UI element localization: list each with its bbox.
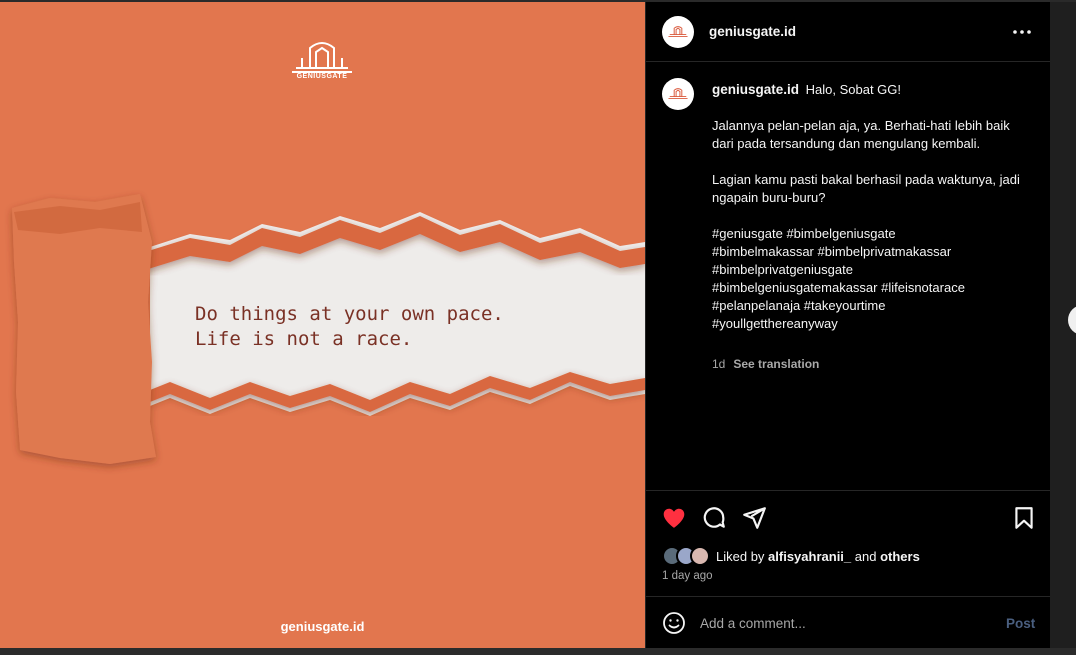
- avatar[interactable]: [662, 16, 694, 48]
- hashtag-line[interactable]: #bimbelgeniusgatemakassar #lifeisnotarac…: [712, 279, 1032, 297]
- comment-bar: Post: [646, 596, 1050, 648]
- post-header: geniusgate.id: [646, 2, 1050, 62]
- post-comment-button[interactable]: Post: [1006, 616, 1035, 631]
- comment-icon[interactable]: [701, 505, 727, 531]
- action-bar: [646, 490, 1050, 540]
- avatar[interactable]: [662, 78, 694, 110]
- hashtag-line[interactable]: #geniusgate #bimbelgeniusgate: [712, 225, 1032, 243]
- logo-text: GENIUSGATE: [296, 73, 348, 80]
- caption-paragraph-2: Lagian kamu pasti bakal berhasil pada wa…: [712, 172, 1020, 205]
- more-horizontal-icon[interactable]: [1010, 22, 1034, 42]
- quote-text: Do things at your own pace. Life is not …: [195, 302, 615, 352]
- caption-username[interactable]: geniusgate.id: [712, 82, 799, 97]
- quote-line-1: Do things at your own pace.: [195, 303, 504, 325]
- quote-line-2: Life is not a race.: [195, 328, 413, 350]
- image-footer-handle: geniusgate.id: [280, 619, 365, 634]
- post-side-panel: geniusgate.id geniusgate.id Halo, Sobat …: [646, 2, 1050, 648]
- liker-username[interactable]: alfisyahranii_: [768, 549, 851, 564]
- background-bottom-strip: [0, 648, 1076, 655]
- hashtag-line[interactable]: #bimbelmakassar #bimbelprivatmakassar: [712, 243, 1032, 261]
- header-username[interactable]: geniusgate.id: [709, 24, 796, 39]
- caption-text: geniusgate.id Halo, Sobat GG! Jalannya p…: [712, 81, 1032, 333]
- caption-meta: 1d See translation: [712, 357, 819, 371]
- likes-row: Liked by alfisyahranii_ and others: [662, 545, 1042, 567]
- liker-avatars[interactable]: [662, 545, 714, 567]
- post-image[interactable]: GENIUSGATE Do things at your own pace. L…: [0, 2, 645, 648]
- likes-text: Liked by alfisyahranii_ and others: [716, 549, 920, 564]
- comment-input[interactable]: [700, 611, 990, 635]
- bookmark-icon[interactable]: [1011, 505, 1037, 531]
- send-icon[interactable]: [741, 505, 767, 531]
- hashtag-line[interactable]: #pelanpelanaja #takeyourtime: [712, 297, 1032, 315]
- hashtag-list: #geniusgate #bimbelgeniusgate #bimbelmak…: [712, 225, 1032, 333]
- hashtag-line[interactable]: #bimbelprivatgeniusgate: [712, 261, 1032, 279]
- caption-greeting: Halo, Sobat GG!: [805, 82, 902, 97]
- heart-filled-icon[interactable]: [661, 505, 687, 531]
- likes-others-link[interactable]: others: [880, 549, 920, 564]
- hashtag-line[interactable]: #youllgetthereanyway: [712, 315, 1032, 333]
- emoji-icon[interactable]: [662, 611, 686, 635]
- geniusgate-avatar-logo: [668, 26, 688, 37]
- see-translation-link[interactable]: See translation: [733, 357, 819, 371]
- caption-age: 1d: [712, 357, 726, 371]
- post-timestamp[interactable]: 1 day ago: [662, 570, 713, 582]
- caption-paragraph-1: Jalannya pelan-pelan aja, ya. Berhati-ha…: [712, 118, 1010, 151]
- geniusgate-avatar-logo: [668, 88, 688, 99]
- likes-middle: and: [851, 549, 881, 564]
- avatar: [690, 546, 710, 566]
- likes-prefix: Liked by: [716, 549, 769, 564]
